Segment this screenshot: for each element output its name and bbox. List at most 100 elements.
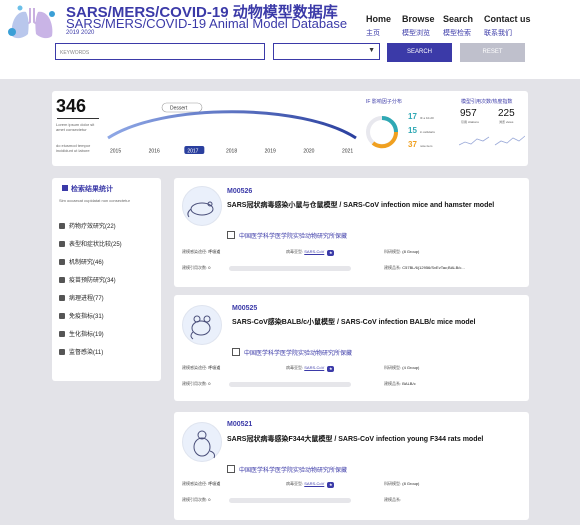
model-card[interactable]: M00525 SARS-CoV感染BALB/c小鼠模型 / SARS-CoV i… (174, 295, 529, 401)
meta-species-label: 科研模型: (384, 365, 402, 370)
model-card[interactable]: M00521 SARS冠状病毒感染F344大鼠模型 / SARS-CoV inf… (174, 412, 529, 520)
meta-route: 建模感染途径: 呼吸道 (182, 249, 220, 255)
sidebar-item-mechanism[interactable]: 机制研究(46) (59, 257, 104, 266)
cite-bar (229, 266, 351, 271)
category-select[interactable]: ▼ (273, 43, 380, 60)
stats-text-a: Lorem ipsum dolor sit amet consectetur (56, 122, 95, 132)
timeline-year-2017[interactable]: 2017 (187, 149, 198, 155)
sidebar-item-phenotype[interactable]: 表型和症状比较(25) (59, 239, 122, 248)
meta-pathogen-label: 病毒亚型: (286, 365, 304, 370)
meta-cite-label: 建模引用次数: (182, 265, 208, 270)
nav-search-zh: 模型检索 (443, 30, 471, 37)
mouse-icon (182, 186, 222, 226)
sidebar-subtitle: Sim occaecat cupidatat non consectetur (59, 198, 130, 203)
stats-icon (62, 185, 68, 191)
timeline-year-2019[interactable]: 2019 (265, 149, 276, 155)
cite-bar (229, 382, 351, 387)
sidebar-title-text: 检索结果统计 (71, 186, 113, 193)
monitor-icon (59, 349, 65, 355)
stats-panel: 346 Lorem ipsum dolor sit amet consectet… (52, 91, 528, 166)
sidebar-item-label: 药物疗效研究(22) (69, 224, 116, 230)
sidebar-item-immune[interactable]: 免疫指标(31) (59, 311, 104, 320)
meta-species: 科研模型: (8 Group) (384, 481, 419, 487)
meta-route: 建模感染途径: 呼吸道 (182, 481, 220, 487)
model-card[interactable]: M00526 SARS冠状病毒感染小鼠与仓鼠模型 / SARS-CoV infe… (174, 178, 529, 287)
nav-search-en: Search (443, 14, 474, 24)
lungs-virus-logo-icon[interactable] (6, 2, 58, 42)
cite-bar (229, 498, 351, 503)
star-icon[interactable]: ★ (327, 366, 335, 372)
nav-contact[interactable]: Contact us 联系我们 (484, 14, 531, 38)
keywords-input[interactable]: KEYWORDS (55, 43, 265, 60)
nav-browse[interactable]: Browse 模型浏览 (402, 14, 435, 38)
meta-strain: 建模品系: BALB/c (384, 381, 416, 387)
sidebar-item-label: 机制研究(46) (69, 260, 104, 266)
meta-cite-label: 建模引用次数: (182, 497, 208, 502)
year-timeline[interactable]: Dessert 2015 2016 2017 2018 2019 2020 2021 (102, 93, 362, 163)
model-id[interactable]: M00525 (232, 305, 257, 312)
meta-species-label: 科研模型: (384, 249, 402, 254)
site-subtitle: SARS/MERS/COVID-19 Animal Model Database (66, 16, 348, 31)
rat-icon (182, 422, 222, 462)
checkbox-icon[interactable] (227, 465, 235, 473)
immune-icon (59, 313, 65, 319)
total-models-count: 346 (56, 96, 87, 116)
meta-strain: 建模品系: C57BL/6(12956/SvEvTac;BALB/c... (384, 265, 465, 271)
sidebar-item-pathology[interactable]: 病理进程(77) (59, 293, 104, 302)
model-org-text: 中国医学科学医学院实验动物研究所保藏 (239, 234, 348, 240)
sidebar-item-monitor[interactable]: 监督感染(11) (59, 347, 103, 356)
nav-search[interactable]: Search 模型检索 (443, 14, 473, 38)
meta-strain-value: C57BL/6(12956/SvEvTac;BALB/c... (402, 265, 465, 270)
nav-home[interactable]: Home 主页 (366, 14, 391, 38)
meta-pathogen-link[interactable]: SARS-CoV (304, 365, 324, 370)
checkbox-icon[interactable] (227, 231, 235, 239)
sidebar-item-label: 疫苗预防研究(34) (69, 278, 116, 284)
meta-pathogen-label: 病毒亚型: (286, 249, 304, 254)
if-label-1: IF ≥ 10-20 (420, 116, 434, 120)
sidebar-item-vaccine[interactable]: 疫苗预防研究(34) (59, 275, 116, 284)
meta-cite-value: 0 (208, 497, 211, 502)
model-org: 中国医学科学医学院实验动物研究所保藏 (227, 231, 347, 240)
meta-route: 建模感染途径: 呼吸道 (182, 365, 220, 371)
search-button[interactable]: SEARCH (387, 43, 452, 62)
sidebar-item-biochem[interactable]: 生化指标(19) (59, 329, 104, 338)
meta-species: 科研模型: (8 Group) (384, 249, 419, 255)
model-id[interactable]: M00521 (227, 421, 252, 428)
pathology-icon (59, 295, 65, 301)
timeline-year-2018[interactable]: 2018 (226, 149, 237, 155)
meta-cite: 建模引用次数: 0 (182, 265, 210, 271)
model-title[interactable]: SARS冠状病毒感染F344大鼠模型 / SARS-CoV infection … (227, 435, 517, 445)
meta-pathogen-link[interactable]: SARS-CoV (304, 249, 324, 254)
timeline-year-2016[interactable]: 2016 (149, 149, 160, 155)
timeline-year-2021[interactable]: 2021 (342, 149, 353, 155)
meta-species-value: (8 Group) (402, 249, 420, 254)
vaccine-icon (59, 277, 65, 283)
timeline-year-2020[interactable]: 2020 (303, 149, 314, 155)
meta-route-label: 建模感染途径: (182, 481, 208, 486)
nav-browse-zh: 模型浏览 (402, 30, 430, 37)
sidebar-item-label: 监督感染(11) (69, 350, 104, 356)
model-id[interactable]: M00526 (227, 188, 252, 195)
reset-button[interactable]: RESET (460, 43, 525, 62)
meta-route-value: 呼吸道 (208, 365, 221, 370)
if-value-2: 15 (408, 126, 417, 135)
model-title[interactable]: SARS冠状病毒感染小鼠与仓鼠模型 / SARS-CoV infection m… (227, 201, 517, 211)
meta-strain-label: 建模品系: (384, 381, 402, 386)
nav-contact-zh: 联系我们 (484, 30, 512, 37)
timeline-arc (107, 110, 357, 140)
checkbox-icon[interactable] (232, 348, 240, 356)
sidebar-item-label: 病理进程(77) (69, 296, 104, 302)
nav-contact-en: Contact us (484, 14, 531, 24)
meta-cite: 建模引用次数: 0 (182, 381, 210, 387)
timeline-years: 2015 2016 2017 2018 2019 2020 2021 (110, 146, 353, 155)
sidebar-item-drug[interactable]: 药物疗效研究(22) (59, 221, 116, 230)
star-icon[interactable]: ★ (327, 482, 335, 488)
model-title[interactable]: SARS-CoV感染BALB/c小鼠模型 / SARS-CoV infectio… (232, 318, 522, 328)
timeline-year-2015[interactable]: 2015 (110, 149, 121, 155)
meta-pathogen-link[interactable]: SARS-CoV (304, 481, 324, 486)
sidebar-title: 检索结果统计 (62, 184, 113, 194)
if-label-2: in cellularis (420, 130, 435, 134)
if-label-3: note item (420, 144, 433, 148)
model-org: 中国医学科学医学院实验动物研究所保藏 (227, 465, 347, 474)
star-icon[interactable]: ★ (327, 250, 335, 256)
